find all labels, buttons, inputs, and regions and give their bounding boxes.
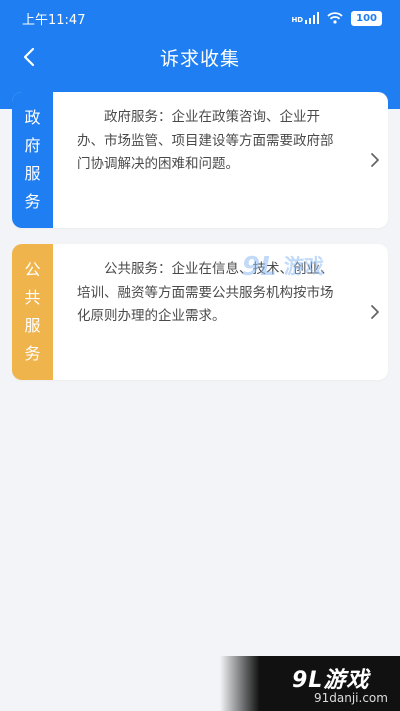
tab-char: 服 [24, 316, 41, 335]
hd-signal-icon: HD [291, 12, 320, 24]
wifi-icon [327, 12, 343, 24]
card-tab-government: 政 府 服 务 [12, 92, 53, 228]
tab-char: 共 [24, 288, 41, 307]
tab-char: 服 [24, 164, 41, 183]
public-service-card[interactable]: 公 共 服 务 公共服务：企业在信息、技术、创业、培训、融资等方面需要公共服务机… [12, 244, 388, 380]
page-title: 诉求收集 [159, 47, 240, 70]
watermark-url: 91danji.com [314, 691, 388, 705]
card-description: 公共服务：企业在信息、技术、创业、培训、融资等方面需要公共服务机构按市场化原则办… [77, 261, 334, 324]
tab-char: 务 [24, 344, 41, 363]
nav-bar: 诉求收集 [0, 36, 400, 78]
battery-icon: 100 [351, 10, 382, 26]
back-button[interactable] [12, 40, 46, 74]
tab-char: 公 [24, 260, 41, 279]
watermark-badge: 9L游戏 91danji.com [220, 656, 400, 711]
tab-char: 府 [24, 136, 41, 155]
tab-char: 政 [24, 108, 41, 127]
hd-label: HD [291, 16, 304, 24]
chevron-right-icon[interactable] [362, 244, 388, 380]
status-bar: 上午11:47 HD 100 [0, 0, 400, 36]
status-time: 上午11:47 [22, 12, 86, 28]
card-description: 政府服务：企业在政策咨询、企业开办、市场监管、项目建设等方面需要政府部门协调解决… [77, 109, 334, 172]
status-icons: HD 100 [291, 10, 382, 26]
government-service-card[interactable]: 政 府 服 务 政府服务：企业在政策咨询、企业开办、市场监管、项目建设等方面需要… [12, 92, 388, 228]
chevron-left-icon [23, 47, 35, 67]
tab-char: 务 [24, 192, 41, 211]
card-tab-public: 公 共 服 务 [12, 244, 53, 380]
chevron-right-icon[interactable] [362, 92, 388, 228]
watermark-brand: 9L游戏 [292, 668, 370, 693]
